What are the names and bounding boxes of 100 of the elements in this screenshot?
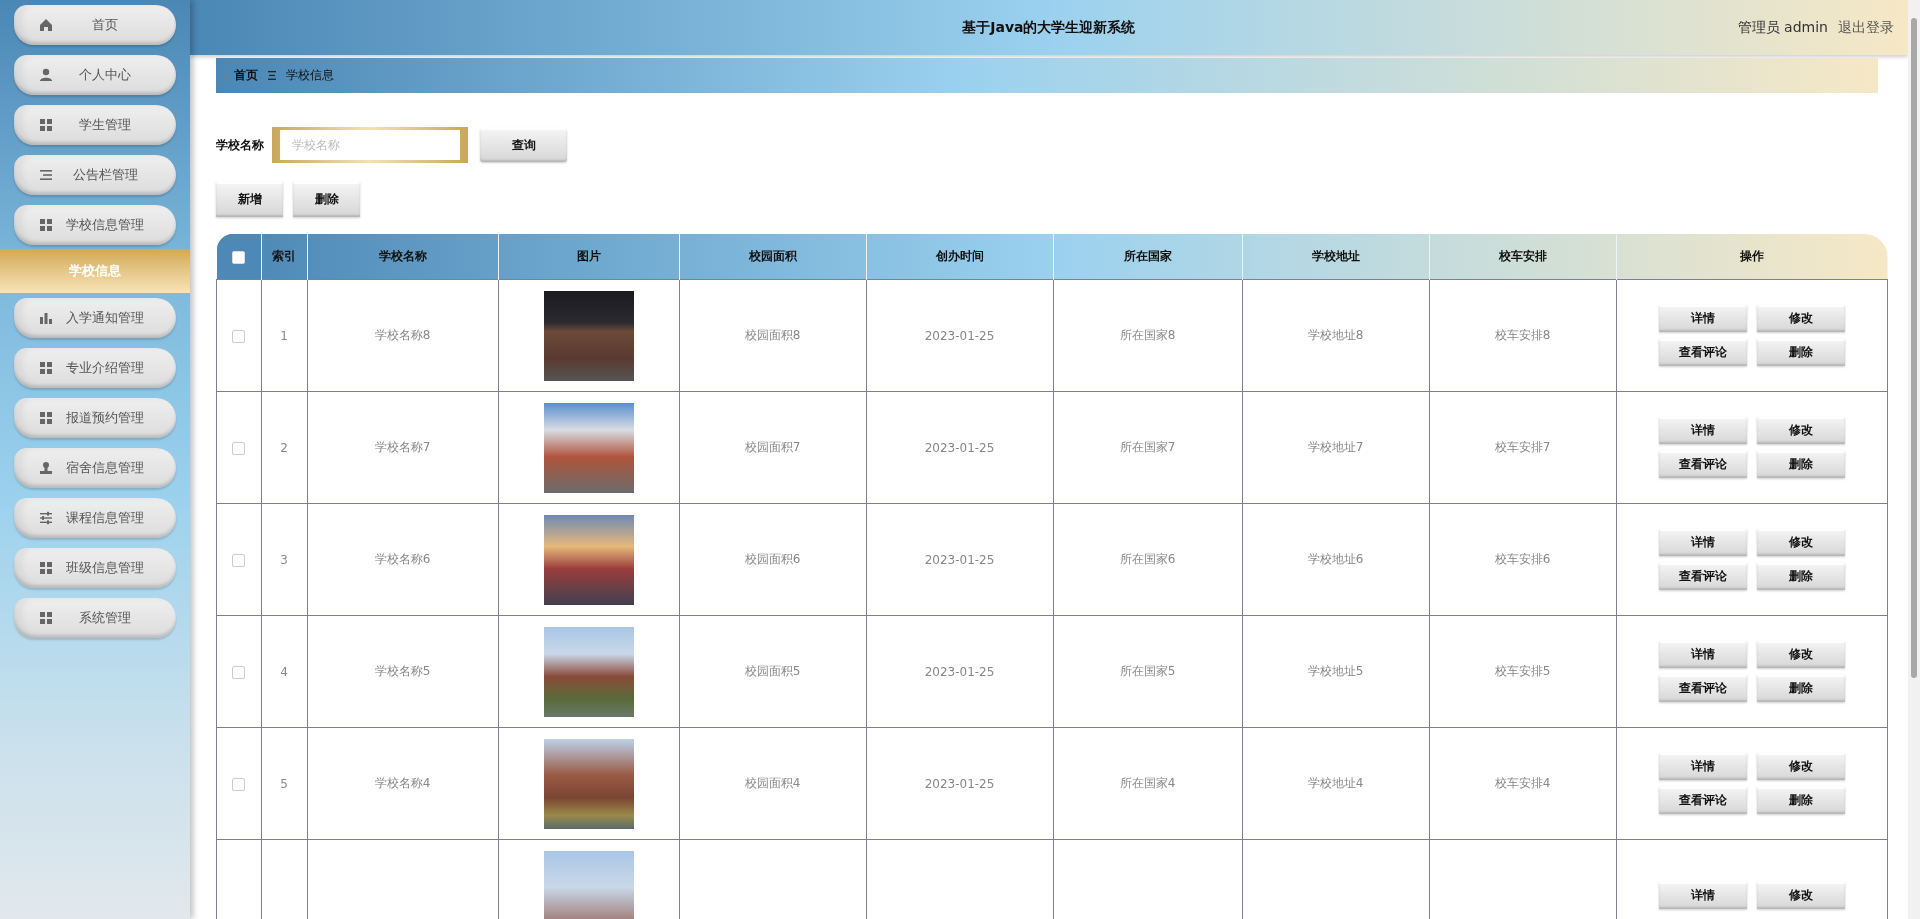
- table-cell: 校车安排6: [1494, 552, 1551, 566]
- details-button[interactable]: 详情: [1658, 882, 1747, 909]
- comments-button[interactable]: 查看评论: [1658, 675, 1747, 702]
- sidebar-item[interactable]: 班级信息管理: [14, 548, 176, 588]
- sidebar-item[interactable]: 学生管理: [14, 105, 176, 145]
- table-cell: 学校地址4: [1307, 776, 1364, 790]
- index-cell: 5: [280, 776, 288, 791]
- table-cell: 校园面积4: [744, 776, 801, 790]
- table-cell: 学校名称4: [374, 776, 431, 790]
- row-checkbox[interactable]: [232, 441, 246, 455]
- sidebar-item[interactable]: 公告栏管理: [14, 155, 176, 195]
- details-button[interactable]: 详情: [1658, 753, 1747, 780]
- column-header: 所在国家: [1123, 249, 1172, 263]
- table-cell: 所在国家8: [1119, 328, 1176, 342]
- details-button[interactable]: 详情: [1658, 641, 1747, 668]
- sidebar-item[interactable]: 入学通知管理: [14, 298, 176, 338]
- row-checkbox[interactable]: [232, 553, 246, 567]
- breadcrumb-current: 学校信息: [286, 67, 334, 84]
- comments-button[interactable]: 查看评论: [1658, 563, 1747, 590]
- add-button[interactable]: 新增: [216, 182, 283, 217]
- column-header: 学校名称: [378, 249, 427, 263]
- edit-button[interactable]: 修改: [1756, 529, 1845, 556]
- details-button[interactable]: 详情: [1658, 417, 1747, 444]
- table-cell: 校园面积6: [744, 552, 801, 566]
- grid-icon: [38, 560, 54, 576]
- edit-button[interactable]: 修改: [1756, 753, 1845, 780]
- table-cell: 学校名称8: [374, 328, 431, 342]
- column-header: 创办时间: [935, 249, 984, 263]
- app-title: 基于Java的大学生迎新系统: [961, 18, 1137, 37]
- index-cell: 1: [280, 328, 288, 343]
- scrollbar[interactable]: [1908, 0, 1920, 919]
- sidebar-item[interactable]: 系统管理: [14, 598, 176, 638]
- user-icon: [38, 67, 54, 83]
- search-button[interactable]: 查询: [480, 128, 567, 162]
- column-header: 索引: [272, 249, 296, 263]
- sidebar-item[interactable]: 课程信息管理: [14, 498, 176, 538]
- edit-button[interactable]: 修改: [1756, 417, 1845, 444]
- table-cell: 校车安排5: [1494, 664, 1551, 678]
- index-cell: 3: [280, 552, 288, 567]
- table-cell: 校车安排4: [1494, 776, 1551, 790]
- table-cell: 2023-01-25: [924, 552, 995, 567]
- select-all-checkbox[interactable]: [232, 250, 245, 264]
- grid-icon: [38, 117, 54, 133]
- edit-button[interactable]: 修改: [1756, 882, 1845, 909]
- delete-button[interactable]: 删除: [293, 182, 360, 217]
- grid-icon: [38, 610, 54, 626]
- edit-button[interactable]: 修改: [1756, 641, 1845, 668]
- table-cell: 校园面积7: [744, 440, 801, 454]
- table-cell: 学校名称6: [374, 552, 431, 566]
- sidebar-item[interactable]: 首页: [14, 5, 176, 45]
- delete-button[interactable]: 删除: [1756, 675, 1845, 702]
- comments-button[interactable]: 查看评论: [1658, 787, 1747, 814]
- delete-button[interactable]: 删除: [1756, 339, 1845, 366]
- sidebar-item[interactable]: 专业介绍管理: [14, 348, 176, 388]
- edit-button[interactable]: 修改: [1756, 305, 1845, 332]
- home-icon: [38, 17, 54, 33]
- row-checkbox[interactable]: [232, 777, 246, 791]
- column-header: 校车安排: [1498, 249, 1547, 263]
- index-cell: 4: [280, 664, 288, 679]
- sidebar-item[interactable]: 宿舍信息管理: [14, 448, 176, 488]
- column-header: 操作: [1740, 249, 1764, 263]
- logout-link[interactable]: 退出登录: [1838, 18, 1894, 37]
- delete-button[interactable]: 删除: [1756, 787, 1845, 814]
- table-cell: 所在国家5: [1119, 664, 1176, 678]
- table-cell: 校园面积5: [744, 664, 801, 678]
- table-cell: 学校名称5: [374, 664, 431, 678]
- breadcrumb-link[interactable]: 首页: [234, 67, 258, 84]
- table-cell: 校园面积8: [744, 328, 801, 342]
- details-button[interactable]: 详情: [1658, 305, 1747, 332]
- delete-button[interactable]: 删除: [1756, 451, 1845, 478]
- table-cell: 学校地址7: [1307, 440, 1364, 454]
- table-cell: 所在国家4: [1119, 776, 1176, 790]
- sliders-icon: [38, 510, 54, 526]
- grid-icon: [38, 410, 54, 426]
- column-header: 校园面积: [748, 249, 797, 263]
- table-cell: 2023-01-25: [924, 664, 995, 679]
- row-checkbox[interactable]: [232, 665, 246, 679]
- user-label: 管理员 admin: [1737, 18, 1828, 37]
- sidebar-item[interactable]: 报道预约管理: [14, 398, 176, 438]
- column-header: 图片: [576, 249, 601, 263]
- separator-icon: [268, 71, 276, 80]
- table-cell: 2023-01-25: [924, 328, 995, 343]
- search-field[interactable]: 学校名称: [272, 127, 468, 163]
- table-cell: 所在国家7: [1119, 440, 1176, 454]
- sidebar-item[interactable]: 学校信息管理: [14, 205, 176, 245]
- table-cell: 学校地址8: [1307, 328, 1364, 342]
- delete-button[interactable]: 删除: [1756, 563, 1845, 590]
- comments-button[interactable]: 查看评论: [1658, 451, 1747, 478]
- user-stamp-icon: [38, 460, 54, 476]
- search-label: 学校名称: [216, 136, 264, 154]
- comments-button[interactable]: 查看评论: [1658, 339, 1747, 366]
- table-cell: 学校地址6: [1307, 552, 1364, 566]
- row-checkbox[interactable]: [232, 329, 246, 343]
- details-button[interactable]: 详情: [1658, 529, 1747, 556]
- table-cell: 校车安排8: [1494, 328, 1551, 342]
- sidebar-item[interactable]: 个人中心: [14, 55, 176, 95]
- index-cell: 2: [280, 440, 288, 455]
- table-cell: 学校名称7: [374, 440, 431, 454]
- table-cell: 2023-01-25: [924, 440, 995, 455]
- list-icon: [38, 167, 54, 183]
